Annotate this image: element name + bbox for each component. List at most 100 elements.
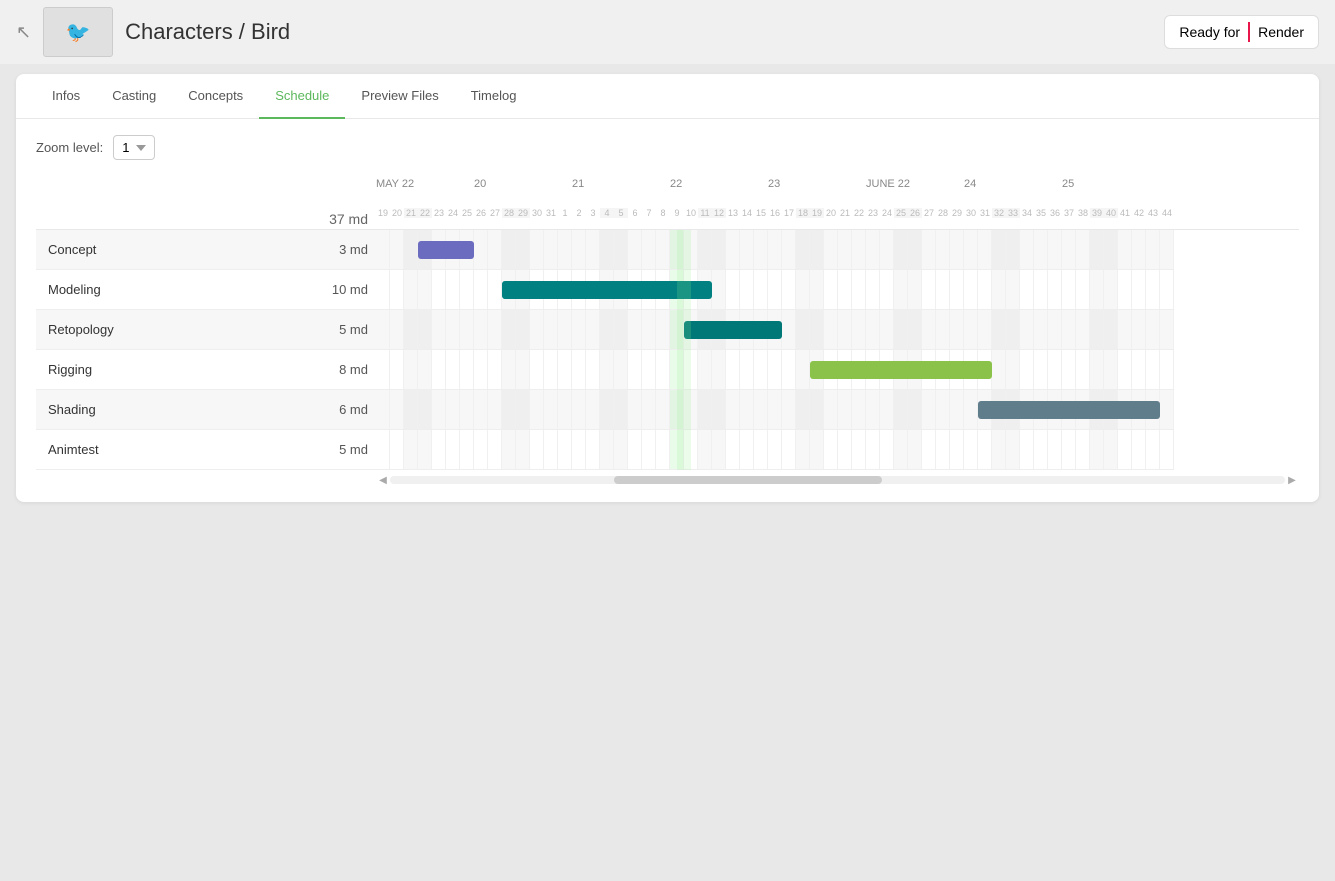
tab-concepts[interactable]: Concepts bbox=[172, 74, 259, 119]
day-cell bbox=[1048, 350, 1062, 389]
zoom-select[interactable]: 1 2 3 bbox=[113, 135, 155, 160]
day-cell bbox=[936, 430, 950, 469]
horizontal-scrollbar[interactable]: ◀ ▶ bbox=[376, 474, 1299, 486]
day-cell bbox=[376, 390, 390, 429]
day-cell bbox=[1160, 350, 1174, 389]
day-cell bbox=[1020, 310, 1034, 349]
app-header: ↖ 🐦 Characters / Bird Ready for Render bbox=[0, 0, 1335, 64]
task-md: 8 md bbox=[316, 362, 376, 377]
tab-preview-files[interactable]: Preview Files bbox=[345, 74, 454, 119]
day-cell bbox=[782, 230, 796, 269]
status-button[interactable]: Ready for Render bbox=[1164, 15, 1319, 49]
day-cell bbox=[572, 310, 586, 349]
day-cell bbox=[1146, 310, 1160, 349]
day-cell bbox=[712, 430, 726, 469]
day-cell bbox=[866, 390, 880, 429]
day-cell bbox=[1034, 350, 1048, 389]
day-cell bbox=[894, 270, 908, 309]
day-cell bbox=[726, 430, 740, 469]
day-cell bbox=[544, 350, 558, 389]
day-cell bbox=[474, 390, 488, 429]
gantt-left-panel: 37 md Concept3 mdModeling10 mdRetopology… bbox=[36, 176, 376, 486]
day-cell bbox=[446, 310, 460, 349]
back-button[interactable]: ↖ bbox=[16, 22, 31, 43]
day-cell bbox=[600, 430, 614, 469]
tab-timelog[interactable]: Timelog bbox=[455, 74, 533, 119]
chart-row bbox=[376, 390, 1174, 430]
day-cell bbox=[936, 310, 950, 349]
day-label-cell: 19 bbox=[376, 208, 390, 218]
scrollbar-track bbox=[390, 476, 1285, 484]
day-cell bbox=[1160, 390, 1174, 429]
day-cell bbox=[684, 390, 698, 429]
day-cell bbox=[922, 390, 936, 429]
main-card: Infos Casting Concepts Schedule Preview … bbox=[16, 74, 1319, 502]
gantt-task-row: Rigging8 md bbox=[36, 350, 376, 390]
day-cell bbox=[1048, 310, 1062, 349]
day-label-cell: 42 bbox=[1132, 208, 1146, 218]
day-cell bbox=[824, 310, 838, 349]
day-cell bbox=[1160, 270, 1174, 309]
day-label-cell: 13 bbox=[726, 208, 740, 218]
day-cell bbox=[782, 270, 796, 309]
day-cell bbox=[1160, 430, 1174, 469]
day-cell bbox=[754, 270, 768, 309]
day-cell bbox=[446, 430, 460, 469]
day-cell bbox=[964, 230, 978, 269]
day-cell bbox=[712, 390, 726, 429]
day-label-cell: 6 bbox=[628, 208, 642, 218]
task-name: Retopology bbox=[36, 322, 316, 337]
day-cell bbox=[880, 430, 894, 469]
day-cell bbox=[1020, 430, 1034, 469]
gantt-container: 37 md Concept3 mdModeling10 mdRetopology… bbox=[36, 176, 1299, 486]
day-cell bbox=[754, 390, 768, 429]
day-cell bbox=[810, 310, 824, 349]
day-label-cell: 3 bbox=[586, 208, 600, 218]
day-cell bbox=[992, 230, 1006, 269]
day-cell bbox=[558, 430, 572, 469]
tab-schedule[interactable]: Schedule bbox=[259, 74, 345, 119]
day-labels: 1920212223242526272829303112345678910111… bbox=[376, 196, 1299, 218]
scroll-right-arrow[interactable]: ▶ bbox=[1285, 473, 1299, 486]
gantt-task-row: Retopology5 md bbox=[36, 310, 376, 350]
day-label-cell: 2 bbox=[572, 208, 586, 218]
day-cell bbox=[1104, 270, 1118, 309]
day-cell bbox=[726, 350, 740, 389]
scrollbar-thumb[interactable] bbox=[614, 476, 883, 484]
day-cell bbox=[418, 430, 432, 469]
day-cell bbox=[488, 230, 502, 269]
tab-infos[interactable]: Infos bbox=[36, 74, 96, 119]
day-cell bbox=[558, 230, 572, 269]
gantt-bar bbox=[502, 281, 712, 299]
day-cell bbox=[908, 230, 922, 269]
day-cell bbox=[516, 230, 530, 269]
day-cell bbox=[642, 230, 656, 269]
day-cell bbox=[922, 310, 936, 349]
day-label-cell: 33 bbox=[1006, 208, 1020, 218]
day-cell bbox=[502, 230, 516, 269]
day-cell bbox=[614, 430, 628, 469]
week-labels: MAY 2220212223JUNE 222425 bbox=[376, 176, 1174, 196]
day-label-cell: 10 bbox=[684, 208, 698, 218]
scroll-left-arrow[interactable]: ◀ bbox=[376, 473, 390, 486]
tab-casting[interactable]: Casting bbox=[96, 74, 172, 119]
day-cell bbox=[628, 310, 642, 349]
day-label-cell: 21 bbox=[838, 208, 852, 218]
day-cell bbox=[698, 430, 712, 469]
day-cell bbox=[418, 390, 432, 429]
day-cell bbox=[656, 310, 670, 349]
day-label-cell: 40 bbox=[1104, 208, 1118, 218]
day-cell bbox=[894, 310, 908, 349]
day-cell bbox=[1062, 310, 1076, 349]
day-cell bbox=[572, 430, 586, 469]
day-cell bbox=[502, 390, 516, 429]
day-cell bbox=[460, 430, 474, 469]
day-label-cell: 20 bbox=[824, 208, 838, 218]
day-cell bbox=[558, 310, 572, 349]
day-label-cell: 5 bbox=[614, 208, 628, 218]
day-cell bbox=[1104, 350, 1118, 389]
day-label-cell: 27 bbox=[488, 208, 502, 218]
day-cell bbox=[600, 350, 614, 389]
status-value-label: Render bbox=[1258, 24, 1304, 40]
day-label-cell: 25 bbox=[894, 208, 908, 218]
